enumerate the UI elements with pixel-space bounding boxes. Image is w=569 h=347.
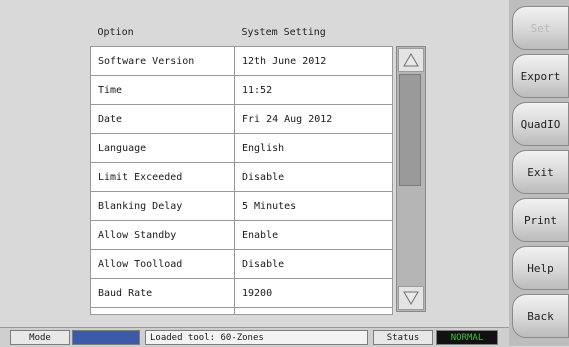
table-row[interactable]: Time 11:52 — [90, 75, 393, 105]
table-row[interactable]: Allow Toolload Disable — [90, 249, 393, 279]
value-cell[interactable]: Disable — [234, 162, 393, 192]
table-header-row: Option System Setting — [90, 18, 393, 47]
value-cell[interactable]: 19200 — [234, 278, 393, 308]
triangle-up-icon — [403, 53, 419, 67]
option-cell[interactable]: Blanking Delay — [90, 191, 235, 221]
status-label: Status — [373, 330, 433, 345]
vertical-scrollbar[interactable] — [396, 46, 426, 312]
export-button[interactable]: Export — [512, 54, 569, 98]
column-header-option: Option — [90, 18, 235, 47]
option-cell — [90, 307, 235, 315]
status-bar: Mode Loaded tool: 60-Zones Status NORMAL — [0, 327, 509, 347]
function-button-column: Set Export QuadIO Exit Print Help Back — [509, 0, 569, 346]
value-cell[interactable]: 12th June 2012 — [234, 46, 393, 76]
option-cell[interactable]: Baud Rate — [90, 278, 235, 308]
value-cell[interactable]: 5 Minutes — [234, 191, 393, 221]
scroll-down-button[interactable] — [398, 286, 424, 310]
settings-panel: Option System Setting Software Version 1… — [0, 0, 509, 326]
table-row[interactable]: Blanking Delay 5 Minutes — [90, 191, 393, 221]
table-row[interactable]: Software Version 12th June 2012 — [90, 46, 393, 76]
help-button[interactable]: Help — [512, 246, 569, 290]
table-row-partial — [90, 307, 393, 315]
scroll-up-button[interactable] — [398, 48, 424, 72]
table-row[interactable]: Date Fri 24 Aug 2012 — [90, 104, 393, 134]
settings-table: Option System Setting Software Version 1… — [90, 18, 393, 315]
quadio-button[interactable]: QuadIO — [512, 102, 569, 146]
table-row[interactable]: Language English — [90, 133, 393, 163]
table-row[interactable]: Limit Exceeded Disable — [90, 162, 393, 192]
scroll-thumb[interactable] — [399, 74, 421, 186]
option-cell[interactable]: Date — [90, 104, 235, 134]
value-cell — [234, 307, 393, 315]
option-cell[interactable]: Allow Toolload — [90, 249, 235, 279]
back-button[interactable]: Back — [512, 294, 569, 338]
mode-value — [72, 330, 140, 345]
value-cell[interactable]: Disable — [234, 249, 393, 279]
value-cell[interactable]: Fri 24 Aug 2012 — [234, 104, 393, 134]
option-cell[interactable]: Allow Standby — [90, 220, 235, 250]
set-button[interactable]: Set — [512, 6, 569, 50]
mode-label: Mode — [10, 330, 70, 345]
value-cell[interactable]: English — [234, 133, 393, 163]
option-cell[interactable]: Language — [90, 133, 235, 163]
triangle-down-icon — [403, 291, 419, 305]
value-cell[interactable]: 11:52 — [234, 75, 393, 105]
option-cell[interactable]: Software Version — [90, 46, 235, 76]
table-row[interactable]: Baud Rate 19200 — [90, 278, 393, 308]
value-cell[interactable]: Enable — [234, 220, 393, 250]
loaded-tool-text: Loaded tool: 60-Zones — [145, 330, 368, 345]
option-cell[interactable]: Time — [90, 75, 235, 105]
status-value: NORMAL — [436, 330, 498, 345]
exit-button[interactable]: Exit — [512, 150, 569, 194]
table-row[interactable]: Allow Standby Enable — [90, 220, 393, 250]
print-button[interactable]: Print — [512, 198, 569, 242]
column-header-system-setting: System Setting — [234, 18, 393, 47]
option-cell[interactable]: Limit Exceeded — [90, 162, 235, 192]
